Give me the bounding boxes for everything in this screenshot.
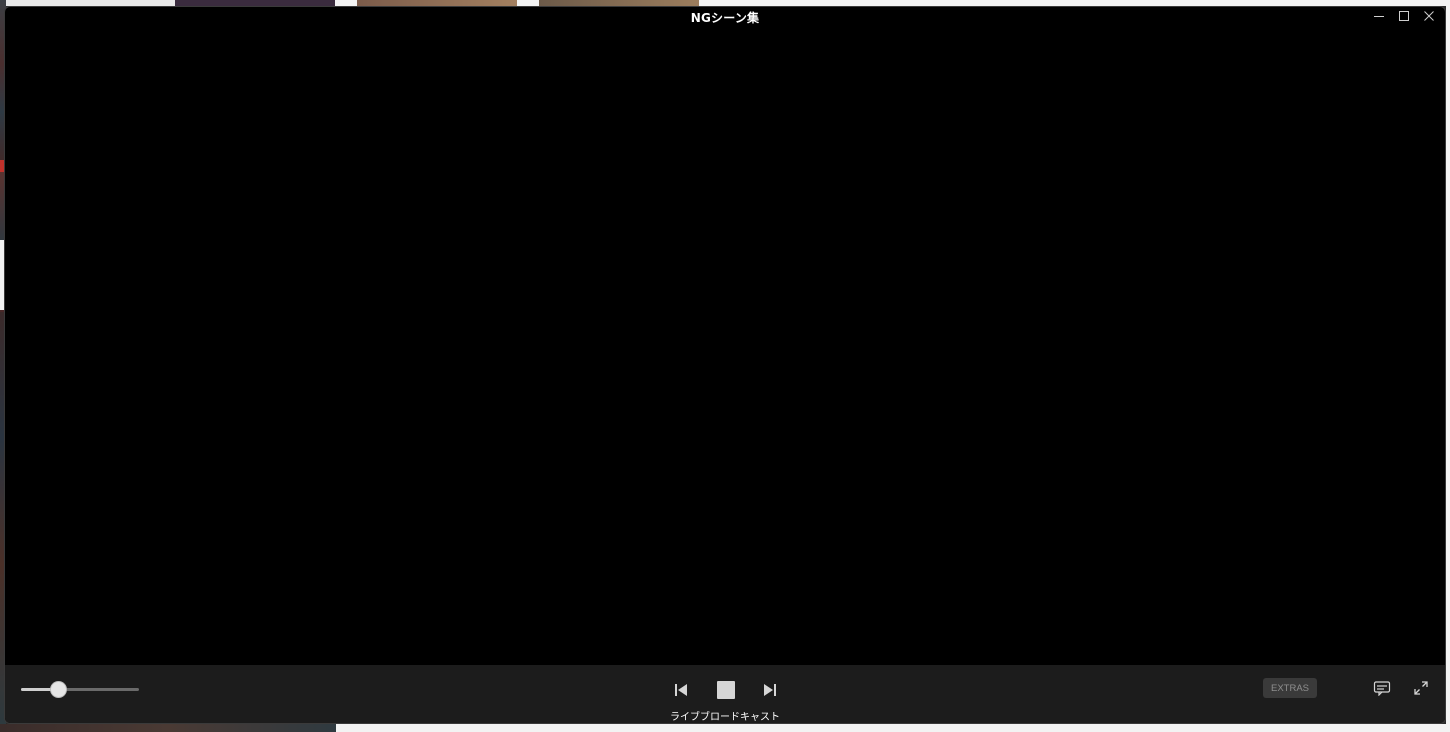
- desktop-background: [0, 724, 336, 732]
- stop-button[interactable]: [714, 677, 738, 703]
- next-button[interactable]: [758, 677, 782, 703]
- fullscreen-icon: [1414, 681, 1428, 695]
- media-player-window: NGシーン集 ライブブロードキャスト EXTRAS: [4, 6, 1446, 724]
- skip-previous-icon: [675, 684, 687, 696]
- window-title: NGシーン集: [690, 10, 760, 25]
- minimize-button[interactable]: [1366, 7, 1391, 25]
- desktop-background: [336, 724, 1450, 732]
- title-bar[interactable]: NGシーン集: [5, 7, 1445, 27]
- stop-icon: [717, 681, 735, 699]
- maximize-icon: [1398, 11, 1409, 21]
- now-playing-label: ライブブロードキャスト: [670, 712, 780, 723]
- subtitles-button[interactable]: [1371, 677, 1393, 699]
- extras-button[interactable]: EXTRAS: [1263, 678, 1317, 698]
- transport-controls: [669, 677, 779, 703]
- skip-next-icon: [764, 684, 776, 696]
- previous-button[interactable]: [669, 677, 693, 703]
- control-bar: ライブブロードキャスト EXTRAS: [5, 665, 1445, 723]
- close-button[interactable]: [1416, 7, 1441, 25]
- subtitles-icon: [1373, 681, 1391, 696]
- maximize-button[interactable]: [1391, 7, 1416, 25]
- desktop-background: [1446, 6, 1450, 732]
- fullscreen-button[interactable]: [1410, 677, 1432, 699]
- volume-thumb[interactable]: [51, 682, 66, 697]
- video-area[interactable]: [5, 27, 1445, 665]
- minimize-icon: [1373, 16, 1384, 17]
- volume-slider[interactable]: [21, 679, 141, 699]
- close-icon: [1423, 11, 1434, 21]
- desktop-background: [0, 724, 1450, 732]
- window-controls: [1366, 7, 1441, 25]
